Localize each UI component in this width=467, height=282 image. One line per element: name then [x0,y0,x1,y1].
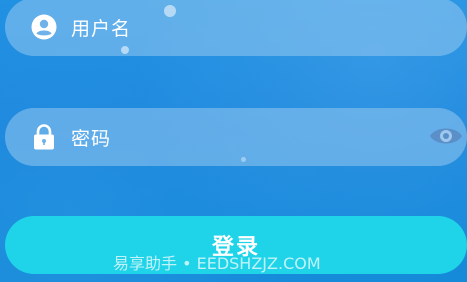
username-field[interactable]: 用户名 [5,0,467,56]
username-placeholder: 用户名 [71,17,132,40]
password-field[interactable]: 密码 [5,108,467,166]
watermark-text: 易享助手 • EEDSHZJZ.COM [113,254,321,273]
eye-icon[interactable] [429,123,463,149]
user-circle-icon [31,14,57,40]
password-placeholder: 密码 [71,127,112,150]
lock-icon [31,124,57,150]
